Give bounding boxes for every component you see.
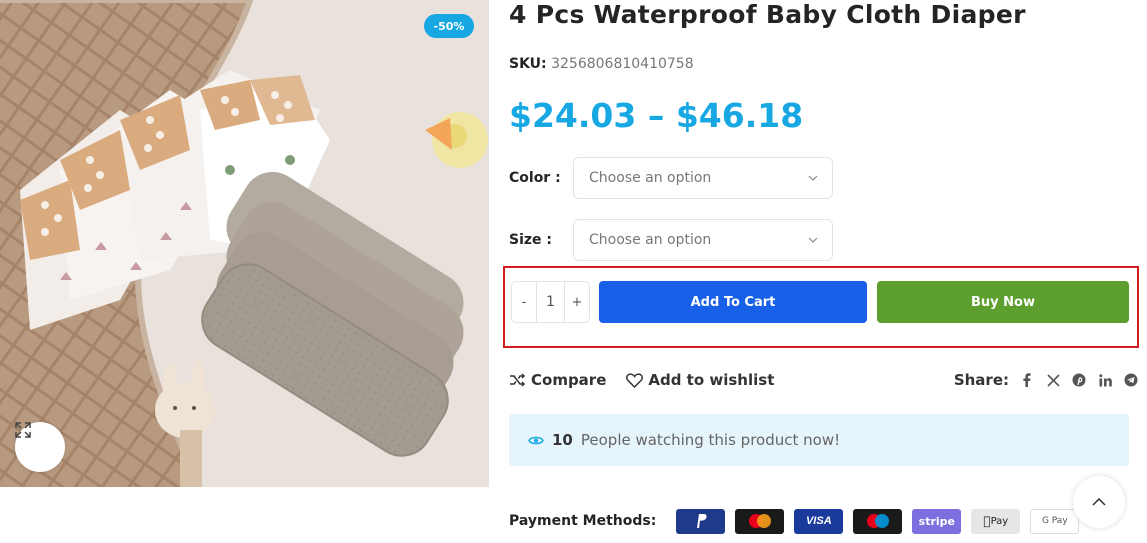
viewer-text: People watching this product now! <box>580 431 841 449</box>
facebook-icon[interactable] <box>1019 372 1035 388</box>
heart-icon <box>626 372 644 388</box>
viewer-count: 10 <box>552 431 573 449</box>
sku-label: SKU: <box>509 56 547 72</box>
wishlist-button[interactable]: Add to wishlist <box>626 371 774 389</box>
apple-pay-icon: Pay <box>971 508 1021 534</box>
share-links: Share: <box>954 368 1139 392</box>
size-label: Size : <box>509 232 553 248</box>
color-label: Color : <box>509 170 561 186</box>
buy-now-button[interactable]: Buy Now <box>877 281 1129 323</box>
color-variation: Color : Choose an option <box>509 157 833 199</box>
product-title: 4 Pcs Waterproof Baby Cloth Diaper <box>509 0 1026 29</box>
product-gallery[interactable]: -50% <box>0 0 489 487</box>
product-actions: Compare Add to wishlist Share: <box>509 368 1139 392</box>
product-image <box>0 0 489 487</box>
pinterest-icon[interactable] <box>1071 372 1087 388</box>
wishlist-label: Add to wishlist <box>648 371 775 389</box>
chevron-down-icon <box>808 237 818 243</box>
quantity-stepper: - 1 + <box>511 281 590 323</box>
visa-icon: VISA <box>794 508 844 534</box>
google-pay-icon: G Pay <box>1030 508 1080 534</box>
telegram-icon[interactable] <box>1123 372 1139 388</box>
linkedin-icon[interactable] <box>1097 372 1113 388</box>
size-select[interactable]: Choose an option <box>573 219 833 261</box>
scroll-to-top-button[interactable] <box>1073 476 1125 528</box>
size-variation: Size : Choose an option <box>509 219 833 261</box>
color-select[interactable]: Choose an option <box>573 157 833 199</box>
sale-badge: -50% <box>424 14 474 38</box>
maestro-icon <box>853 508 903 534</box>
stripe-icon: stripe <box>912 508 962 534</box>
chevron-down-icon <box>808 175 818 181</box>
payment-methods: Payment Methods: VISA stripe Pay G Pay <box>509 508 1139 534</box>
add-to-cart-button[interactable]: Add To Cart <box>599 281 867 323</box>
compare-button[interactable]: Compare <box>509 371 606 389</box>
x-twitter-icon[interactable] <box>1045 372 1061 388</box>
increase-quantity-button[interactable]: + <box>565 282 589 322</box>
add-to-cart-form: - 1 + Add To Cart Buy Now <box>503 266 1139 348</box>
eye-icon <box>528 436 544 444</box>
payment-methods-label: Payment Methods: <box>509 513 657 529</box>
product-sku: SKU: 3256806810410758 <box>509 56 694 72</box>
size-select-value: Choose an option <box>589 232 712 248</box>
compare-label: Compare <box>531 371 607 389</box>
product-price: $24.03 – $46.18 <box>509 96 804 135</box>
mastercard-icon <box>735 508 785 534</box>
decrease-quantity-button[interactable]: - <box>512 282 536 322</box>
shuffle-icon <box>510 373 526 387</box>
expand-icon <box>15 422 31 438</box>
zoom-button[interactable] <box>15 422 65 472</box>
live-viewers-notice: 10 People watching this product now! <box>509 414 1129 466</box>
share-label: Share: <box>953 371 1009 389</box>
color-select-value: Choose an option <box>589 170 712 186</box>
chevron-up-icon <box>1092 498 1106 506</box>
sku-value: 3256806810410758 <box>551 56 694 72</box>
quantity-input[interactable]: 1 <box>536 282 565 322</box>
paypal-icon <box>676 508 726 534</box>
